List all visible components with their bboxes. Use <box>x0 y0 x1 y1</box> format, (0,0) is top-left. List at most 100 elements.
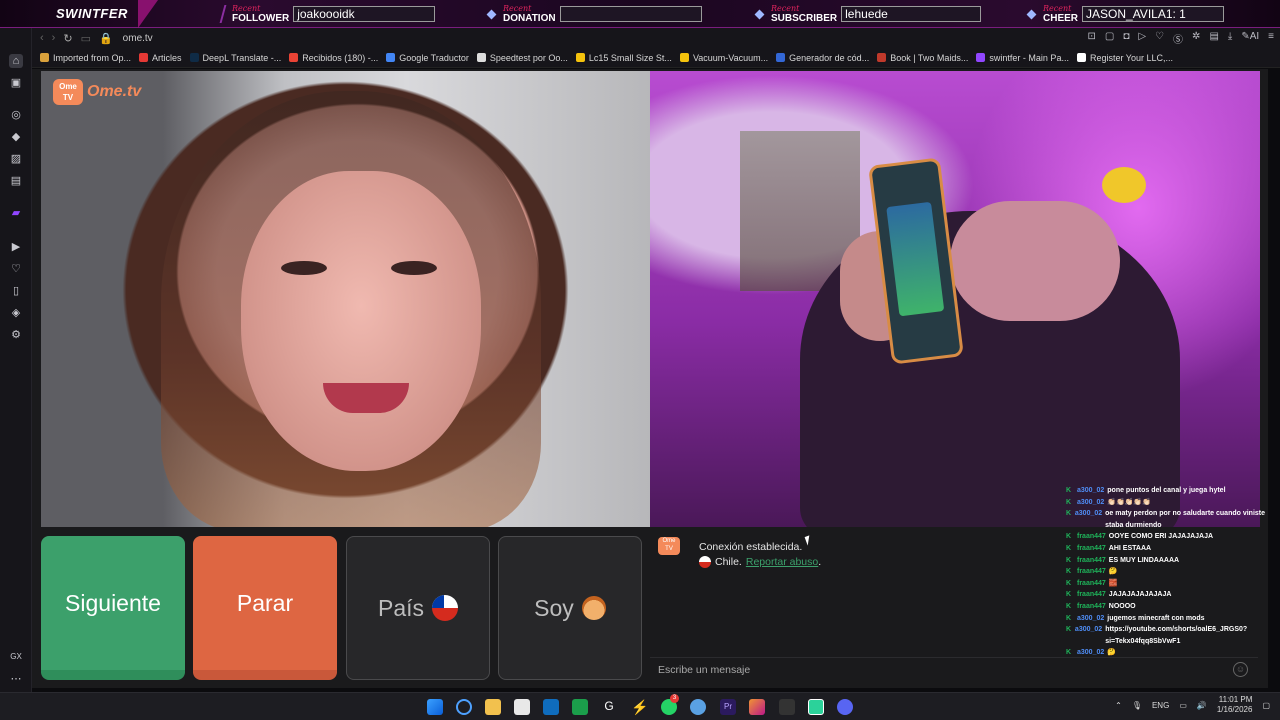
instagram-icon[interactable] <box>749 699 765 715</box>
camera-icon[interactable]: ▢ <box>1105 31 1114 46</box>
reload-icon[interactable]: ↻ <box>63 32 72 45</box>
g-app-icon[interactable]: G <box>601 699 617 715</box>
heart-icon[interactable]: ♡ <box>1155 31 1164 46</box>
chat-username: a300_02 <box>1077 487 1105 494</box>
box-icon[interactable]: ▤ <box>9 174 23 188</box>
bookmark-item[interactable]: Google Traductor <box>386 53 469 63</box>
settings-gear-icon[interactable]: ⚙ <box>9 328 23 342</box>
obs-app-icon[interactable] <box>779 699 795 715</box>
subscriber-value: lehuede <box>841 6 982 22</box>
puzzle-icon[interactable]: ✲ <box>1192 31 1200 46</box>
discord-icon[interactable] <box>837 699 853 715</box>
channel-brand: SWINTFER <box>0 0 158 28</box>
ome-tv-page: Ome TV Ome.tv Ka300_02 pone puntos del ca… <box>32 69 1268 688</box>
ome-tv-small-logo: Ome TV <box>658 537 680 555</box>
twitch-icon[interactable]: ▰ <box>9 206 23 220</box>
gamepad-icon[interactable]: ▣ <box>9 76 23 90</box>
download-icon[interactable]: ⤓ <box>1228 31 1232 46</box>
emoji-icon[interactable]: ☺ <box>1233 662 1248 677</box>
bookmark-icon <box>679 53 689 62</box>
extension-s-icon[interactable]: Ⓢ <box>1173 31 1183 46</box>
clock[interactable]: 11:01 PM 1/16/2026 <box>1217 695 1253 715</box>
bookmark-item[interactable]: Speedtest por Oo... <box>476 53 568 63</box>
chevron-up-icon[interactable]: ⌃ <box>1115 701 1122 710</box>
lock-icon: 🔒 <box>98 32 113 45</box>
bookmark-item[interactable]: Lc15 Small Size St... <box>575 53 672 63</box>
outlook-icon[interactable] <box>543 699 559 715</box>
active-app-icon[interactable] <box>808 699 824 715</box>
recent-cheer: Recent CHEER JASON_AVILA1: 1 <box>1026 2 1225 26</box>
bookmark-item[interactable]: Articles <box>139 53 182 63</box>
gender-button[interactable]: Soy <box>498 536 642 680</box>
toolbar-icons: ⊡ ▢ ◘ ▷ ♡ Ⓢ ✲ ▤ ⤓ ✎AI ≡ <box>1087 31 1274 46</box>
windows-start-icon[interactable] <box>427 699 443 715</box>
bookmark-label: Recibidos (180) -... <box>302 52 379 63</box>
whatsapp-icon[interactable]: 3 <box>661 694 679 715</box>
country-line: Chile. Reportar abuso. <box>699 556 821 568</box>
url-field[interactable]: ome.tv <box>123 33 153 44</box>
shield-icon[interactable]: ◘ <box>1123 31 1129 46</box>
play-icon[interactable]: ▷ <box>1138 31 1146 46</box>
home-icon[interactable]: ⌂ <box>9 54 23 68</box>
pin-icon[interactable]: ⊡ <box>1087 31 1095 46</box>
sliders-icon[interactable]: ▨ <box>9 152 23 166</box>
file-explorer-icon[interactable] <box>485 699 501 715</box>
recent-follower: Recent FOLLOWER joakoooidk <box>219 2 436 26</box>
recent-donation: Recent DONATION <box>486 2 702 26</box>
diamond-icon <box>1026 9 1037 19</box>
bookmark-icon <box>476 53 486 62</box>
volume-icon[interactable]: 🔊 <box>1197 701 1207 710</box>
gx-label[interactable]: GX <box>8 650 24 664</box>
bookmark-item[interactable]: Generador de cód... <box>776 53 869 63</box>
bookmark-item[interactable]: DeepL Translate -... <box>189 53 281 63</box>
spiral-icon[interactable]: ◎ <box>9 108 23 122</box>
notes-icon[interactable]: ▯ <box>9 284 23 298</box>
excel-icon[interactable] <box>572 699 588 715</box>
ome-tv-badge: Ome TV <box>53 79 83 105</box>
play-icon[interactable]: ▶ <box>9 240 23 254</box>
notification-icon[interactable]: ▢ <box>1262 701 1270 710</box>
country-button[interactable]: País <box>346 536 490 680</box>
donation-value <box>559 6 702 22</box>
menu-icon[interactable]: ≡ <box>1268 31 1274 46</box>
bookmark-item[interactable]: Book | Two Maids... <box>877 53 968 63</box>
bookmark-item[interactable]: Imported from Op... <box>40 53 131 63</box>
language-indicator[interactable]: ENG <box>1152 701 1169 710</box>
next-label: Siguiente <box>65 589 161 616</box>
chile-flag-icon <box>699 556 711 568</box>
premiere-icon[interactable]: Pr <box>720 699 736 715</box>
microphone-icon[interactable]: 🎙 <box>1132 701 1142 710</box>
browser-app-icon[interactable] <box>456 699 472 715</box>
heart-icon[interactable]: ♡ <box>9 262 23 276</box>
chat-text: pone puntos del canal y juega hytel <box>1107 487 1226 494</box>
country-name: Chile. <box>715 556 742 568</box>
donation-label: DONATION <box>503 13 556 24</box>
system-tray: ⌃ 🎙 ENG ▭ 🔊 11:01 PM 1/16/2026 ▢ <box>1115 695 1270 715</box>
bookmark-item[interactable]: Vacuum-Vacuum... <box>679 53 768 63</box>
globe-app-icon[interactable] <box>690 699 706 715</box>
video-subject-eye <box>391 261 437 275</box>
rubber-duck <box>1102 167 1146 203</box>
boy-face-icon <box>581 596 606 620</box>
more-icon[interactable]: ⋯ <box>9 672 23 686</box>
stop-button[interactable]: Parar <box>193 536 337 680</box>
monitor-icon[interactable]: ▭ <box>1179 701 1187 710</box>
tag-icon[interactable]: ◈ <box>9 306 23 320</box>
clipboard-icon[interactable]: ▤ <box>1209 31 1218 46</box>
camera-icon[interactable]: ▭ <box>81 32 91 45</box>
bolt-icon[interactable]: ⚡ <box>631 699 648 715</box>
bookmark-item[interactable]: Register Your LLC,... <box>1076 53 1173 63</box>
bookmark-item[interactable]: swintfer - Main Pa... <box>976 53 1069 63</box>
forward-icon[interactable]: › <box>52 32 56 44</box>
address-bar: ‹ › ↻ ▭ 🔒 ome.tv ⊡ ▢ ◘ ▷ ♡ Ⓢ ✲ ▤ ⤓ ✎AI ≡ <box>32 28 1280 48</box>
gender-label: Soy <box>534 594 574 621</box>
bookmark-item[interactable]: Recibidos (180) -... <box>289 53 378 63</box>
back-icon[interactable]: ‹ <box>40 32 44 44</box>
diamond-icon[interactable]: ◆ <box>9 130 23 144</box>
ome-tv-logo-text: Ome.tv <box>87 83 142 100</box>
store-icon[interactable] <box>514 699 530 715</box>
message-input[interactable]: Escribe un mensaje ☺ <box>650 657 1258 681</box>
report-abuse-link[interactable]: Reportar abuso <box>746 556 818 568</box>
ai-button[interactable]: ✎AI <box>1241 31 1259 46</box>
next-button[interactable]: Siguiente <box>41 536 185 680</box>
